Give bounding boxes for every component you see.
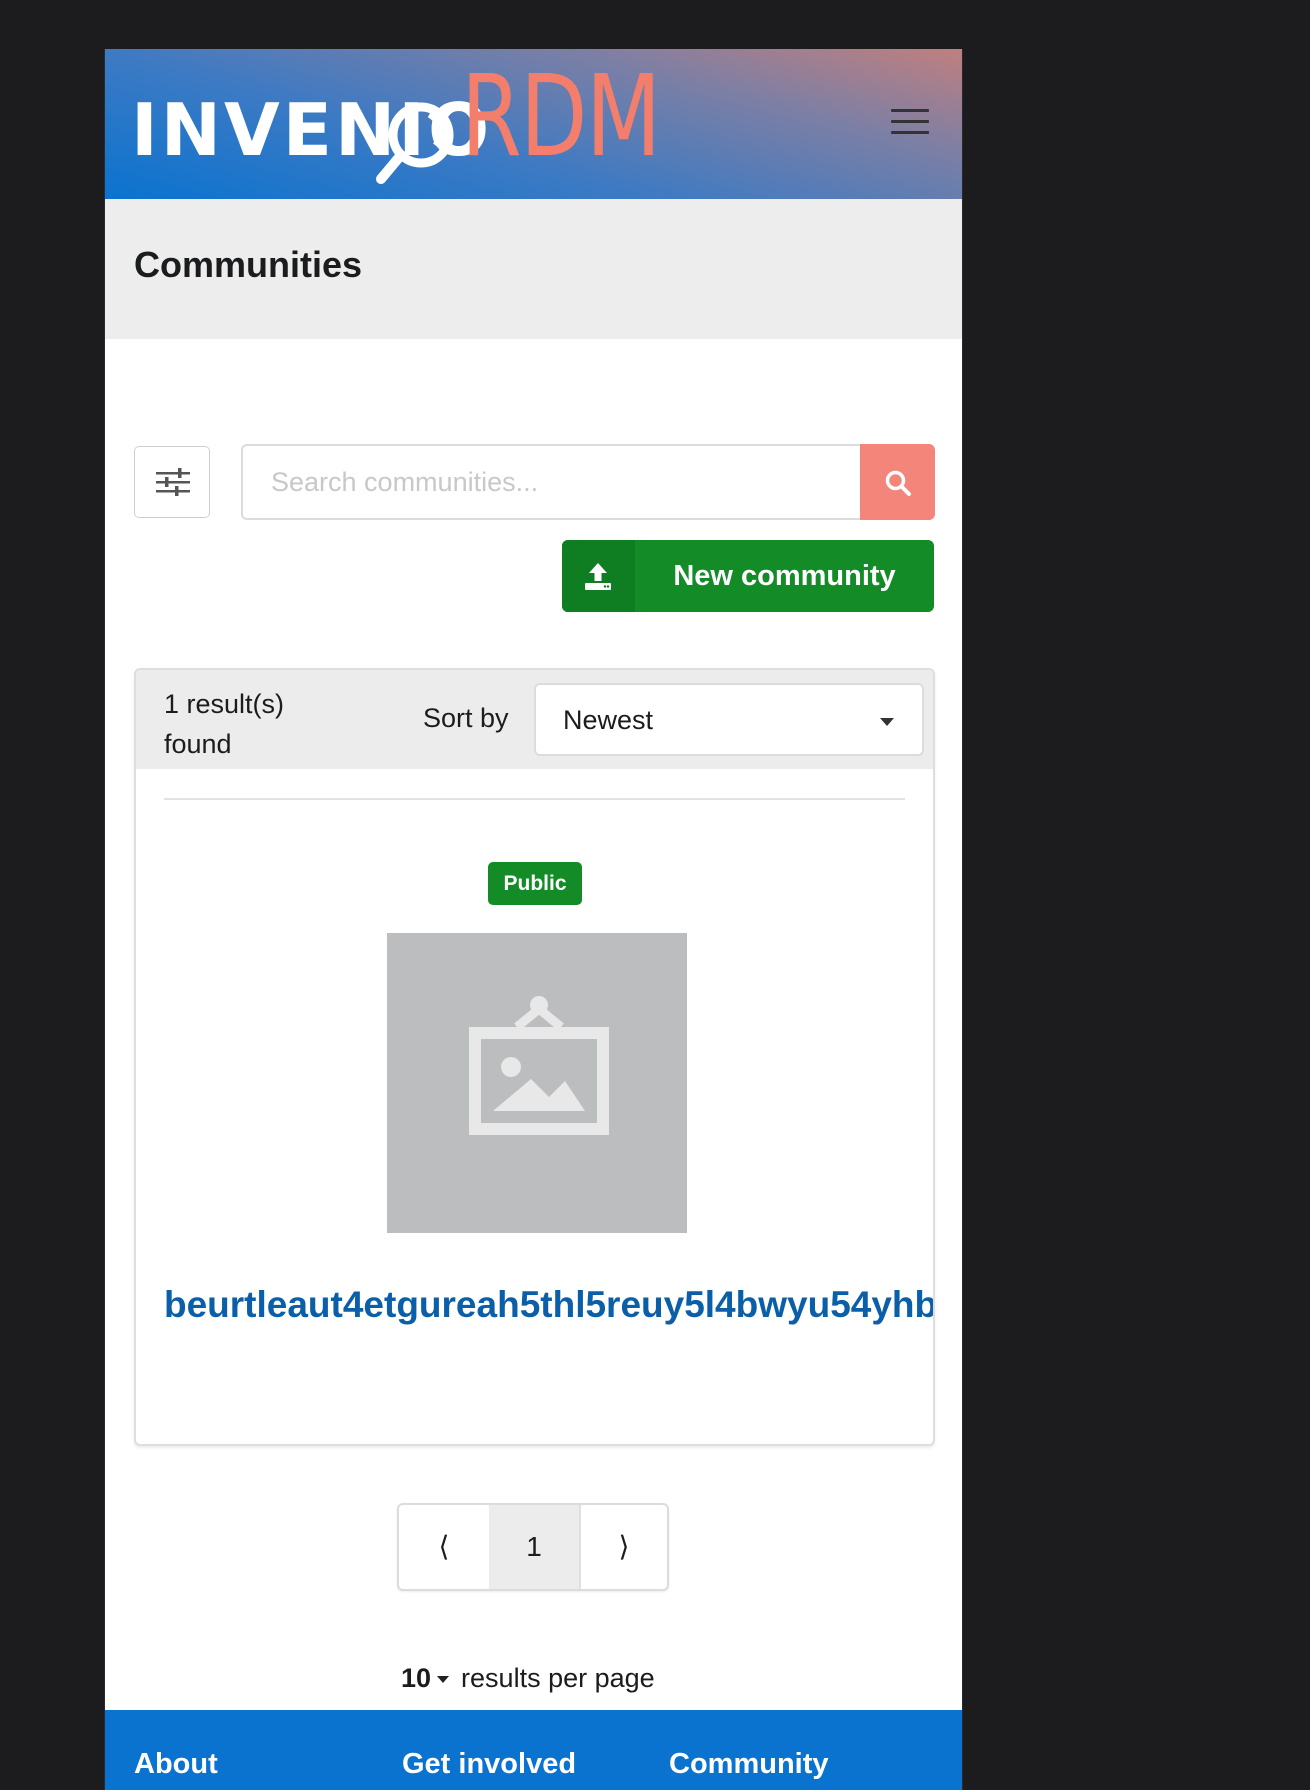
page-header: Communities — [105, 199, 962, 339]
invenio-rdm-logo[interactable]: INVENIO RDM — [131, 61, 661, 184]
results-panel: 1 result(s) found Sort by Newest Public … — [134, 668, 935, 1446]
footer-heading-community: Community — [669, 1748, 829, 1780]
site-footer: About Get involved Community — [105, 1710, 962, 1790]
logo-wordmark-rdm: RDM — [461, 52, 661, 182]
app-frame: INVENIO RDM Communities Search communiti… — [104, 49, 963, 1790]
sort-selected-value: Newest — [563, 705, 654, 735]
results-count: 1 result(s) found — [164, 689, 285, 759]
page-title: Communities — [134, 244, 363, 285]
community-title-link[interactable]: beurtleaut4etgureah5thl5reuy5l4bwyu54yhb… — [164, 1284, 933, 1326]
search-input[interactable] — [241, 444, 860, 520]
pagination-next-button[interactable]: ⟩ — [581, 1505, 667, 1589]
image-placeholder-icon — [469, 996, 609, 1135]
community-logo-placeholder[interactable] — [387, 933, 687, 1233]
pagination-prev-button[interactable]: ⟨ — [399, 1505, 491, 1589]
pagination: ⟨ 1 ⟩ — [397, 1503, 669, 1591]
per-page-label: results per page — [461, 1663, 655, 1693]
search-bar — [241, 444, 935, 520]
magnifier-logo-icon — [376, 102, 454, 184]
results-divider — [164, 798, 905, 800]
chevron-down-icon — [880, 718, 894, 726]
search-icon — [885, 470, 911, 496]
site-header: INVENIO RDM — [105, 49, 962, 199]
results-per-page: 10 results per page — [401, 1663, 655, 1694]
upload-icon — [585, 563, 611, 590]
results-toolbar: 1 result(s) found Sort by Newest — [136, 670, 933, 769]
filter-toggle-button[interactable] — [134, 446, 210, 518]
new-community-button[interactable]: New community — [562, 540, 934, 612]
footer-heading-get-involved: Get involved — [402, 1748, 577, 1780]
sliders-icon — [156, 468, 190, 496]
caret-down-icon[interactable] — [437, 1676, 450, 1684]
per-page-dropdown[interactable]: 10 — [401, 1663, 431, 1693]
search-button[interactable] — [860, 444, 935, 520]
sort-label: Sort by — [423, 703, 509, 733]
visibility-badge: Public — [488, 862, 582, 905]
new-community-label: New community — [673, 560, 896, 592]
new-community-icon-box — [562, 540, 635, 612]
sort-dropdown[interactable]: Newest — [534, 683, 924, 756]
pagination-page-1[interactable]: 1 — [489, 1505, 581, 1589]
hamburger-menu-icon[interactable] — [891, 109, 929, 137]
footer-heading-about: About — [134, 1748, 218, 1780]
